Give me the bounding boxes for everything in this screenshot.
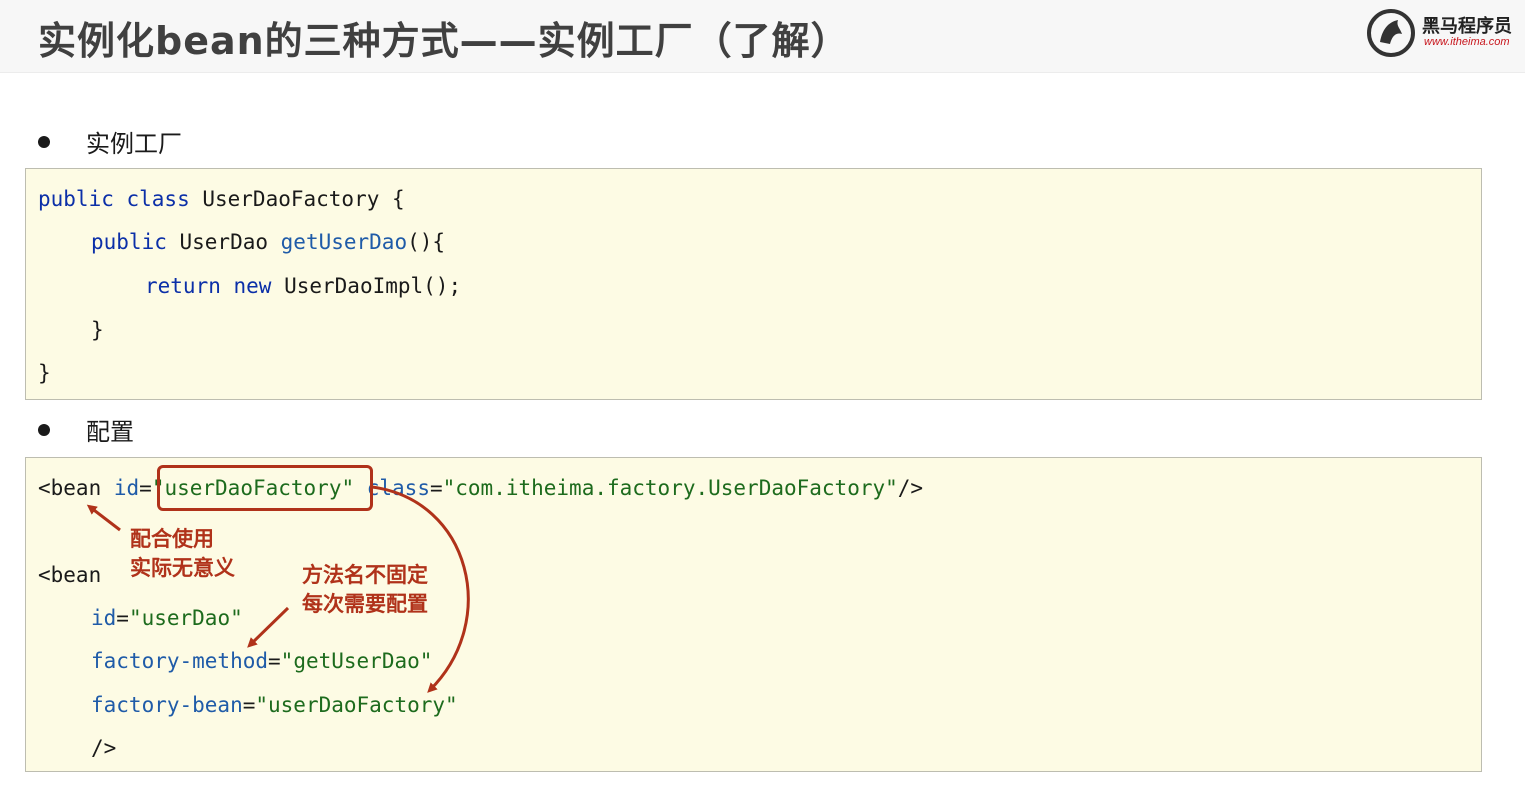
arrow-to-id-attr: [247, 606, 290, 648]
annotation-arrows: [86, 485, 470, 693]
arrow-to-bean-tag: [86, 504, 121, 532]
arrow-curve-to-factory-bean: [371, 485, 470, 693]
